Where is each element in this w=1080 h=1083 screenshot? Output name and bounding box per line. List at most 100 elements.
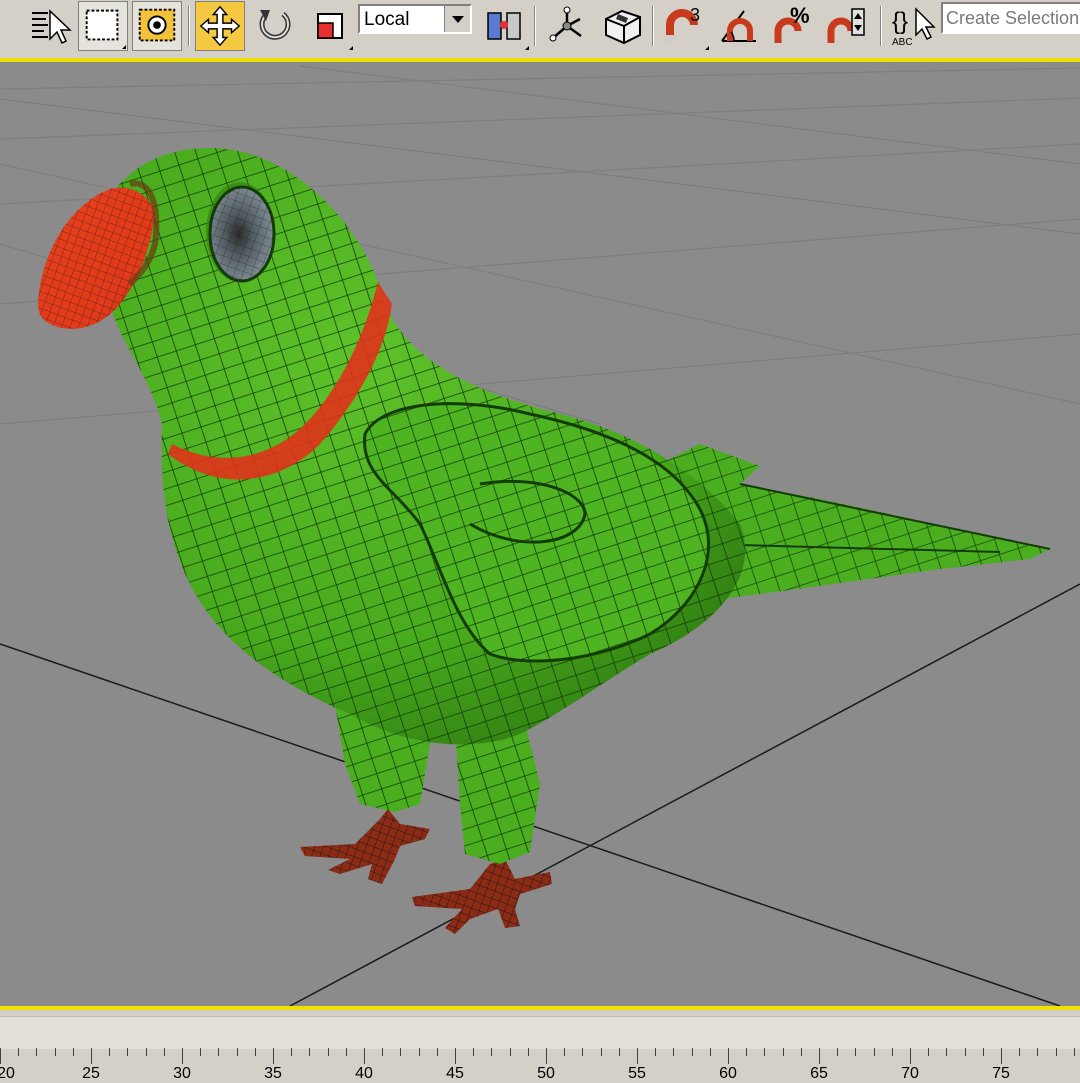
ruler-tick [1019,1048,1021,1056]
ruler-tick [1001,1048,1002,1064]
track-bar-strip[interactable] [0,1016,1080,1049]
ruler-tick [436,1048,438,1056]
edit-named-selection-sets-button[interactable]: {} ABC [888,1,938,51]
rectangular-selection-button[interactable] [78,1,128,51]
keyboard-shortcut-override-button[interactable] [598,1,648,51]
ruler-frame-label: 25 [82,1065,100,1082]
main-toolbar: Local 3 % {} ABC Create Selection Set [0,0,1080,57]
ruler-tick [200,1048,202,1056]
time-track-bar[interactable]: 20 25 30 35 40 45 50 55 60 65 70 75 [0,1010,1080,1082]
parrot-eye [206,182,276,283]
ruler-frame-label: 65 [810,1065,828,1082]
ruler-tick [54,1048,56,1056]
select-and-rotate-button[interactable] [250,1,300,51]
ruler-tick [910,1048,911,1064]
ruler-tick [491,1048,493,1056]
ruler-frame-label: 30 [173,1065,191,1082]
ruler-tick [855,1048,857,1056]
ruler-tick [309,1048,311,1056]
ruler-tick [364,1048,365,1064]
ruler-tick [928,1048,930,1056]
ruler-tick [618,1048,620,1056]
ruler-tick [236,1048,238,1056]
ruler-frame-label: 70 [901,1065,919,1082]
move-icon [199,5,241,47]
ruler-tick [546,1048,547,1064]
ruler-tick [655,1048,657,1056]
ruler-tick [582,1048,584,1056]
select-and-move-button[interactable] [195,1,245,51]
scale-icon [317,13,343,39]
ruler-tick [600,1048,602,1056]
perspective-viewport[interactable] [0,58,1080,1010]
ruler-tick [637,1048,638,1064]
ruler-tick [746,1048,748,1056]
ruler-tick [964,1048,966,1056]
ruler-tick [891,1048,893,1056]
toolbar-separator [880,6,882,46]
ruler-tick [327,1048,329,1056]
ruler-tick [691,1048,693,1056]
select-and-scale-button[interactable] [304,1,354,51]
angle-snap-toggle-button[interactable] [714,1,764,51]
ruler-tick [1055,1048,1057,1056]
svg-text:ABC: ABC [892,37,913,48]
percent-snap-toggle-button[interactable]: % [768,1,818,51]
svg-text:{}: {} [892,8,908,35]
ruler-tick [418,1048,420,1056]
ruler-tick [473,1048,475,1056]
ruler-tick [782,1048,784,1056]
flyout-indicator [349,46,353,50]
named-selection-icon: {} ABC [892,7,936,48]
toolbar-separator [652,6,654,46]
ruler-tick [254,1048,256,1056]
ruler-tick [18,1048,20,1056]
ruler-tick [819,1048,820,1064]
snaps-toggle-button[interactable]: 3 [660,1,710,51]
ruler-tick [982,1048,984,1056]
percent-snap-icon: % [774,3,810,43]
snap-dimension-label: 3 [690,5,700,25]
ruler-tick [72,1048,74,1056]
ruler-tick [218,1048,220,1056]
window-crossing-icon [138,8,176,42]
rect-selection-icon [85,9,119,41]
spinner-snap-toggle-button[interactable] [822,1,872,51]
ruler-tick [0,1048,1,1064]
reference-coordinate-system-dropdown[interactable]: Local [358,4,472,34]
ruler-tick [527,1048,529,1056]
ruler-frame-label: 40 [355,1065,373,1082]
select-by-name-button[interactable] [26,1,76,51]
ruler-tick [837,1048,839,1056]
ruler-tick [1037,1048,1039,1056]
flyout-indicator [525,46,529,50]
ruler-tick [764,1048,766,1056]
keyboard-override-icon [605,9,641,45]
rotate-icon [259,10,291,40]
ruler-tick [673,1048,675,1056]
spinner-snap-icon [827,8,865,43]
flyout-indicator [122,45,126,49]
ruler-frame-label: 35 [264,1065,282,1082]
window-crossing-button[interactable] [132,1,182,51]
ruler-tick [109,1048,111,1056]
viewport-scene [0,65,1080,1006]
toolbar-separator [188,6,190,46]
ruler-tick [873,1048,875,1056]
ruler-tick [145,1048,147,1056]
ruler-frame-label: 60 [719,1065,737,1082]
svg-text:%: % [790,3,810,28]
manipulate-icon [549,6,582,42]
chevron-down-icon[interactable] [444,6,470,32]
ruler-tick [800,1048,802,1056]
reference-coordinate-system-value: Local [364,9,410,30]
named-selection-set-field[interactable] [941,2,1080,34]
select-and-manipulate-button[interactable] [542,1,592,51]
select-by-name-icon [32,9,72,45]
ruler-tick [345,1048,347,1056]
ruler-tick [728,1048,729,1064]
named-selection-set-input[interactable] [943,4,1080,32]
ruler-tick [36,1048,38,1056]
ruler-tick [400,1048,402,1056]
use-pivot-center-button[interactable] [480,1,530,51]
